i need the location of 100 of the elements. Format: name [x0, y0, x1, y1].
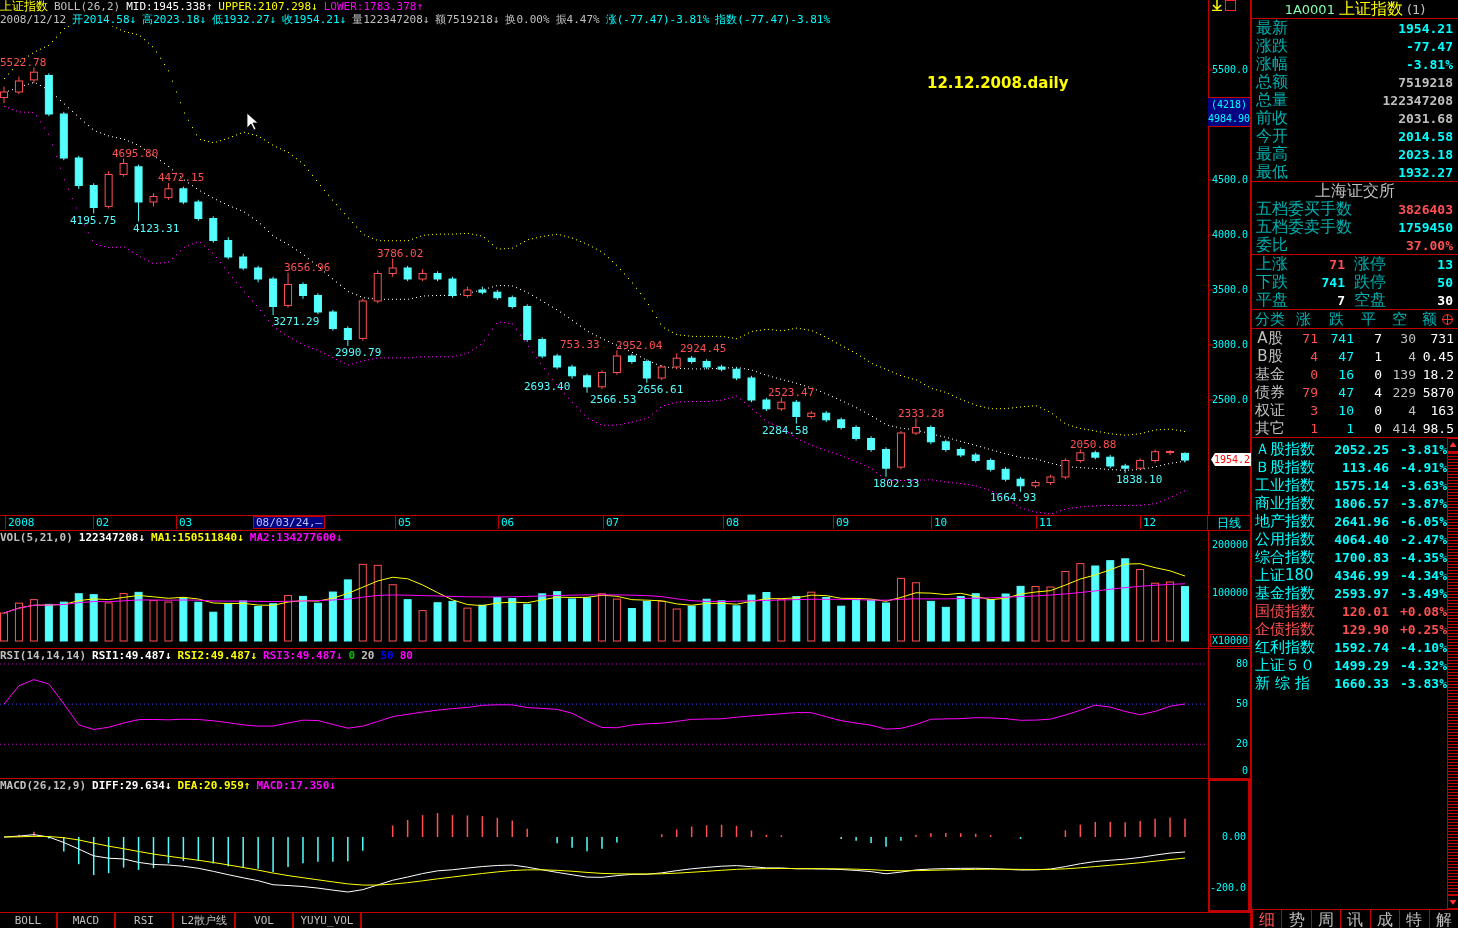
index-change: -3.81% [1399, 442, 1447, 457]
candlestick [343, 325, 352, 347]
table-cell-text: 1 [1309, 421, 1318, 436]
index-change: -3.87% [1399, 496, 1447, 511]
period-label[interactable]: 日线 [1217, 516, 1241, 530]
breadth-label: 空盘 [1354, 291, 1386, 309]
indicator-value: 80 [399, 649, 413, 663]
window-icon[interactable] [1225, 0, 1236, 11]
column-header: 分类 [1254, 310, 1286, 329]
index-name[interactable]: 基金指数 [1255, 584, 1329, 603]
stock-name: 上证指数 [0, 0, 48, 13]
table-cell-text: 1 [1345, 421, 1354, 436]
axis-label: 4000.0 [1211, 228, 1248, 242]
stock-name: 上证指数 [1338, 0, 1403, 20]
candlestick [313, 292, 322, 315]
exchange-title: 上海证交所 [1314, 182, 1396, 200]
axis-label: 4500.0 [1211, 173, 1248, 187]
breadth-value: 741 [1321, 274, 1345, 290]
index-name[interactable]: 企债指数 [1255, 620, 1329, 639]
price-label: 3786.02 [377, 247, 424, 260]
indicator-value: UPPER:2107.298↓ [218, 0, 318, 13]
index-name[interactable]: 综合指数 [1255, 548, 1329, 567]
table-cell-text: 71 [1301, 331, 1318, 346]
indicator-value: RSI2:49.487↓ [177, 649, 258, 663]
table-cell-text: 债券 [1254, 383, 1286, 402]
index-change: -4.32% [1399, 658, 1447, 673]
indicator-value: LOWER:1783.378↑ [323, 0, 423, 13]
breadth-value: 71 [1329, 256, 1345, 272]
price-label: 1802.33 [873, 477, 920, 490]
table-cell-text: 163 [1429, 403, 1454, 418]
index-name[interactable]: 新 综 指 [1255, 674, 1329, 693]
price-label: 2924.45 [680, 342, 727, 355]
price-label: 4472.15 [158, 171, 205, 184]
axis-label: 3500.0 [1211, 283, 1248, 297]
order-value: 1759450 [1398, 219, 1453, 235]
index-name[interactable]: 国债指数 [1255, 602, 1329, 621]
index-name[interactable]: 工业指数 [1255, 476, 1329, 495]
quote-field: 2008/12/12 [0, 13, 67, 26]
index-value: 4064.40 [1333, 532, 1389, 547]
breadth-label: 下跌 [1256, 273, 1288, 291]
quote-value: -77.47 [1406, 38, 1453, 54]
index-name[interactable]: 上证５０ [1255, 656, 1329, 675]
indicator-value: RSI1:49.487↓ [92, 649, 172, 663]
scroll-down-button[interactable] [1447, 895, 1458, 909]
index-change: -3.83% [1399, 676, 1447, 691]
table-cell-text: 权证 [1254, 401, 1286, 420]
index-name[interactable]: 红利指数 [1255, 638, 1329, 657]
index-name[interactable]: Ｂ股指数 [1255, 458, 1329, 477]
chart-date-label: 12.12.2008.daily [927, 74, 1069, 92]
scroll-up-button[interactable] [1447, 438, 1458, 452]
target-icon[interactable] [1442, 314, 1453, 325]
index-name[interactable]: 地产指数 [1255, 512, 1329, 531]
quote-label: 今开 [1256, 127, 1288, 145]
quote-value: 2014.58 [1398, 128, 1453, 144]
price-label: 2050.88 [1070, 438, 1117, 451]
column-header: 平 [1359, 310, 1377, 329]
quote-value: 122347208 [1382, 92, 1453, 108]
price-label: 2656.61 [637, 383, 684, 396]
index-name[interactable]: Ａ股指数 [1255, 440, 1329, 459]
axis-label: 200000 [1211, 538, 1248, 552]
order-value: 37.00% [1406, 237, 1453, 253]
index-value: 129.90 [1341, 622, 1389, 637]
quote-field: 低1932.27↓ [212, 13, 277, 26]
indicator-value: VOL(5,21,0) [0, 531, 73, 545]
quote-label: 最高 [1256, 145, 1288, 163]
quote-field: 涨(-77.47)-3.81% [605, 13, 710, 26]
axis-label: -200.0 [1209, 881, 1246, 895]
index-value: 2052.25 [1333, 442, 1389, 457]
column-header: 跌 [1327, 310, 1345, 329]
down-arrow-icon[interactable] [1212, 0, 1222, 11]
candlestick [1166, 449, 1175, 456]
table-cell-text: 414 [1391, 421, 1416, 436]
price-label: 3656.96 [284, 261, 331, 274]
table-cell-text: 0 [1373, 403, 1382, 418]
price-label: 1838.10 [1116, 473, 1163, 486]
axis-label: 5500.0 [1211, 63, 1248, 77]
index-name[interactable]: 上证180 [1255, 566, 1329, 585]
candlestick [1121, 463, 1130, 474]
axis-label: 3000.0 [1211, 338, 1248, 352]
index-name[interactable]: 公用指数 [1255, 530, 1329, 549]
candlestick [119, 157, 128, 178]
quote-value: 1954.21 [1398, 20, 1453, 36]
index-name[interactable]: 商业指数 [1255, 494, 1329, 513]
quote-field: 收1954.21↓ [282, 13, 347, 26]
quote-field: 量122347208↓ [352, 13, 430, 26]
unit-label: X10000 [1210, 634, 1251, 647]
table-cell-text: 0 [1309, 367, 1318, 382]
candlestick [284, 272, 293, 309]
candlestick [209, 215, 218, 244]
date-label: 12 [1140, 516, 1159, 529]
order-label: 五档委买手数 [1256, 200, 1352, 218]
index-change: -4.10% [1399, 640, 1447, 655]
date-label: 02 [93, 516, 112, 529]
price-label: 4695.80 [112, 147, 159, 160]
axis-label: 100000 [1211, 586, 1248, 600]
quote-value: 1932.27 [1398, 164, 1453, 180]
column-header: 涨 [1294, 310, 1312, 329]
table-cell-text: 731 [1429, 331, 1454, 346]
index-change: +0.25% [1399, 622, 1447, 637]
column-header: 额 [1420, 310, 1438, 329]
